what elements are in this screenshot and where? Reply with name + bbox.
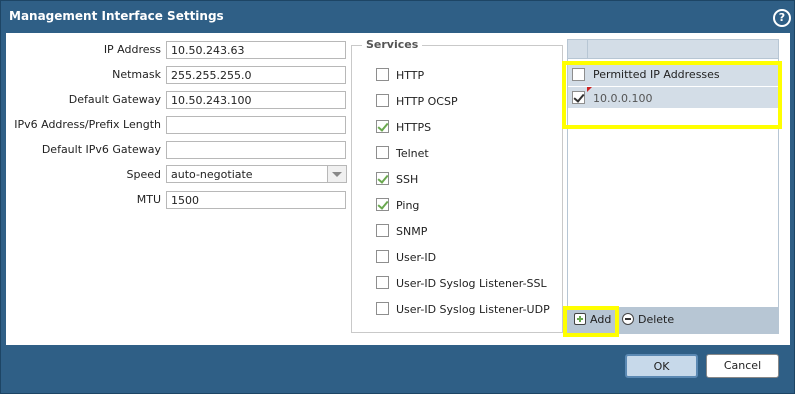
permitted-ip-grid: Permitted IP Addresses 10.0.0.100 Add De…: [567, 39, 779, 334]
service-checkbox[interactable]: [376, 172, 389, 185]
ip-address-label: IP Address: [103, 43, 161, 56]
service-label: Ping: [396, 199, 420, 212]
service-checkbox[interactable]: [376, 224, 389, 237]
service-label: SSH: [396, 173, 419, 186]
service-label: HTTP: [396, 69, 425, 82]
service-label: User-ID: [396, 251, 437, 264]
dialog-body: IP Address 10.50.243.63 Netmask 255.255.…: [6, 33, 790, 345]
service-label: HTTPS: [396, 121, 432, 134]
service-checkbox[interactable]: [376, 198, 389, 211]
table-row[interactable]: 10.0.0.100: [568, 87, 778, 108]
grid-footer: Add Delete: [568, 307, 778, 333]
permitted-ip-value: 10.0.0.100: [593, 92, 653, 105]
grid-divider: [587, 40, 588, 58]
netmask-label: Netmask: [112, 68, 161, 81]
service-checkbox[interactable]: [376, 276, 389, 289]
service-label: Telnet: [396, 147, 429, 160]
chevron-down-icon[interactable]: [327, 166, 346, 182]
service-label: SNMP: [396, 225, 428, 238]
default-ipv6-gateway-field[interactable]: [166, 141, 346, 159]
services-legend: Services: [362, 38, 423, 51]
ip-address-field[interactable]: 10.50.243.63: [166, 41, 346, 59]
service-label: HTTP OCSP: [396, 95, 458, 108]
add-label: Add: [590, 313, 612, 326]
cancel-button[interactable]: Cancel: [706, 354, 779, 378]
edited-marker-icon: [587, 87, 592, 92]
mtu-label: MTU: [136, 193, 161, 206]
default-gateway-label: Default Gateway: [68, 93, 161, 106]
service-checkbox[interactable]: [376, 302, 389, 315]
speed-label: Speed: [126, 168, 161, 181]
service-checkbox[interactable]: [376, 94, 389, 107]
grid-header-row: Permitted IP Addresses: [568, 62, 778, 86]
netmask-field[interactable]: 255.255.255.0: [166, 66, 346, 84]
dialog-title: Management Interface Settings: [9, 9, 224, 23]
help-icon[interactable]: ?: [773, 9, 791, 27]
speed-value: auto-negotiate: [171, 168, 253, 181]
management-interface-dialog: Management Interface Settings ? IP Addre…: [0, 0, 795, 394]
permitted-ip-header: Permitted IP Addresses: [593, 68, 720, 81]
service-checkbox[interactable]: [376, 146, 389, 159]
default-ipv6-gateway-label: Default IPv6 Gateway: [41, 143, 161, 156]
ok-button[interactable]: OK: [625, 354, 698, 378]
ipv6-address-label: IPv6 Address/Prefix Length: [14, 118, 161, 131]
ipv6-address-field[interactable]: [166, 116, 346, 134]
service-checkbox[interactable]: [376, 250, 389, 263]
default-gateway-field[interactable]: 10.50.243.100: [166, 91, 346, 109]
service-label: User-ID Syslog Listener-UDP: [396, 303, 550, 316]
plus-icon: [574, 313, 586, 325]
services-group: Services HTTP HTTP OCSP HTTPS Telnet SSH Ping…: [351, 38, 563, 333]
mtu-field[interactable]: 1500: [166, 191, 346, 209]
grid-toolbar: [568, 40, 778, 59]
service-checkbox[interactable]: [376, 68, 389, 81]
row-checkbox[interactable]: [572, 91, 585, 104]
service-label: User-ID Syslog Listener-SSL: [396, 277, 547, 290]
dialog-titlebar: Management Interface Settings ?: [1, 1, 794, 33]
select-all-checkbox[interactable]: [572, 68, 585, 81]
speed-select[interactable]: auto-negotiate: [166, 165, 347, 183]
delete-label: Delete: [638, 313, 675, 326]
service-checkbox[interactable]: [376, 120, 389, 133]
minus-icon: [622, 313, 634, 325]
